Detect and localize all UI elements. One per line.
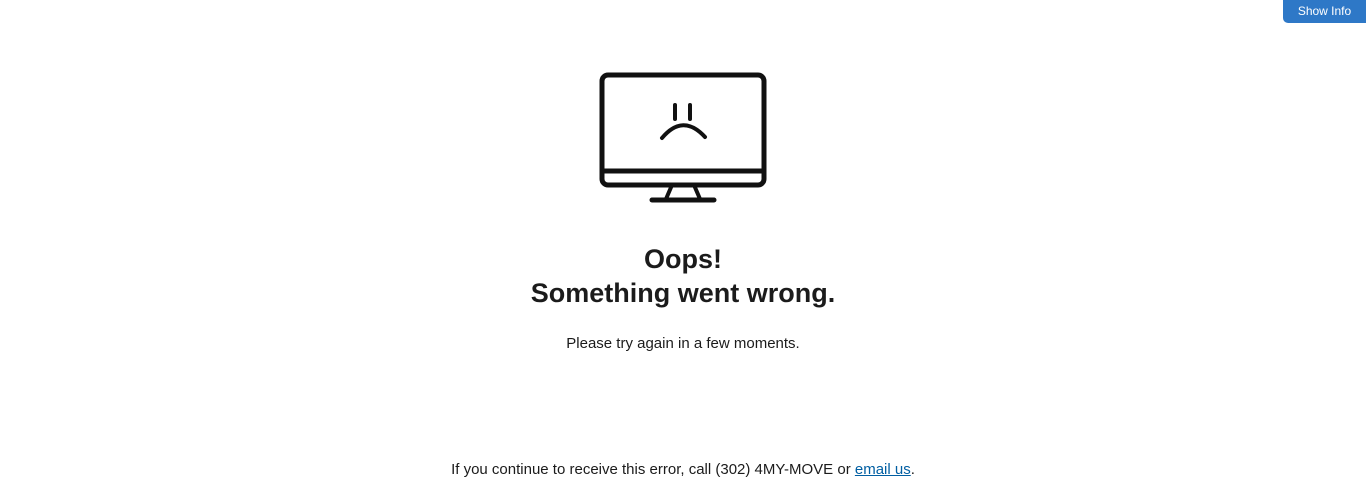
- footer-prefix: If you continue to receive this error, c…: [451, 461, 855, 478]
- error-page: Show Info Oops! Something went wrong. Pl…: [0, 0, 1366, 480]
- footer-suffix: .: [910, 461, 915, 478]
- show-info-button[interactable]: Show Info: [1283, 0, 1366, 23]
- error-message: Please try again in a few moments.: [566, 335, 800, 352]
- error-title-line2: Something went wrong.: [530, 278, 836, 308]
- support-footer: If you continue to receive this error, c…: [0, 460, 1366, 480]
- sad-monitor-icon: [599, 72, 767, 203]
- error-title-line1: Oops!: [644, 244, 722, 274]
- email-us-link[interactable]: email us: [855, 461, 911, 478]
- error-heading: Oops! Something went wrong.: [0, 242, 1366, 310]
